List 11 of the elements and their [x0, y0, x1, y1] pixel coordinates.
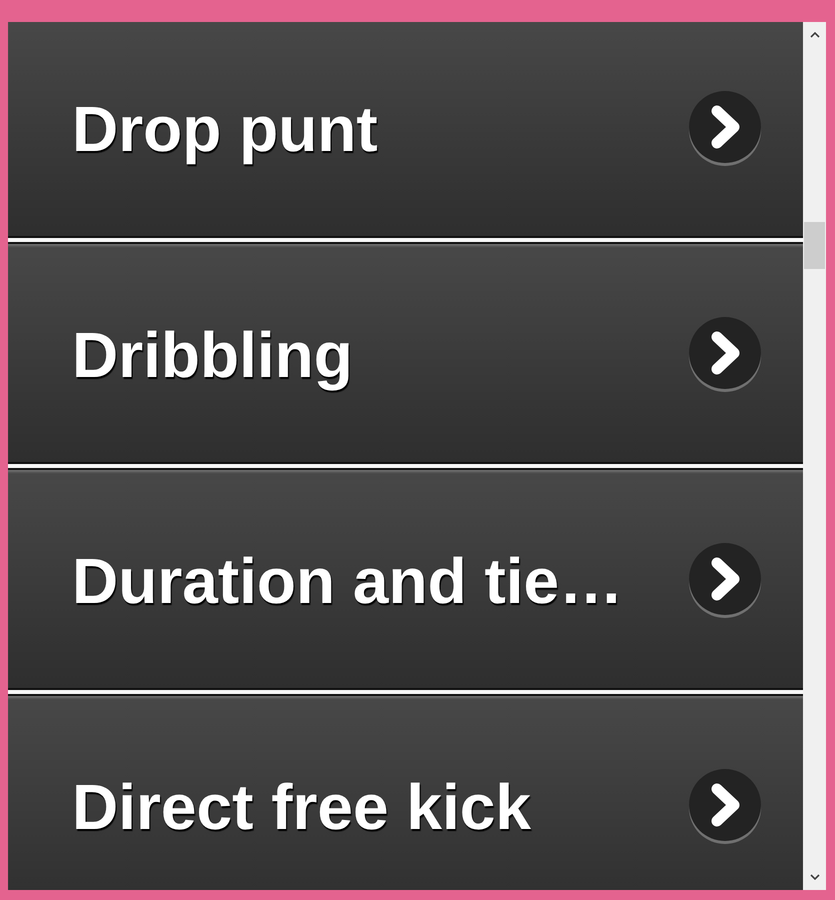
chevron-icon [687, 90, 763, 168]
list-item[interactable]: Dribbling [8, 242, 803, 464]
chevron-icon [687, 316, 763, 394]
list-item[interactable]: Direct free kick [8, 694, 803, 890]
scrollbar-thumb[interactable] [804, 222, 825, 269]
list-item[interactable]: Drop punt [8, 22, 803, 238]
list-item[interactable]: Duration and tie… [8, 468, 803, 690]
chevron-icon [687, 542, 763, 620]
caret-down-icon[interactable] [810, 874, 820, 880]
caret-up-icon[interactable] [810, 32, 820, 38]
chevron-icon [687, 768, 763, 846]
